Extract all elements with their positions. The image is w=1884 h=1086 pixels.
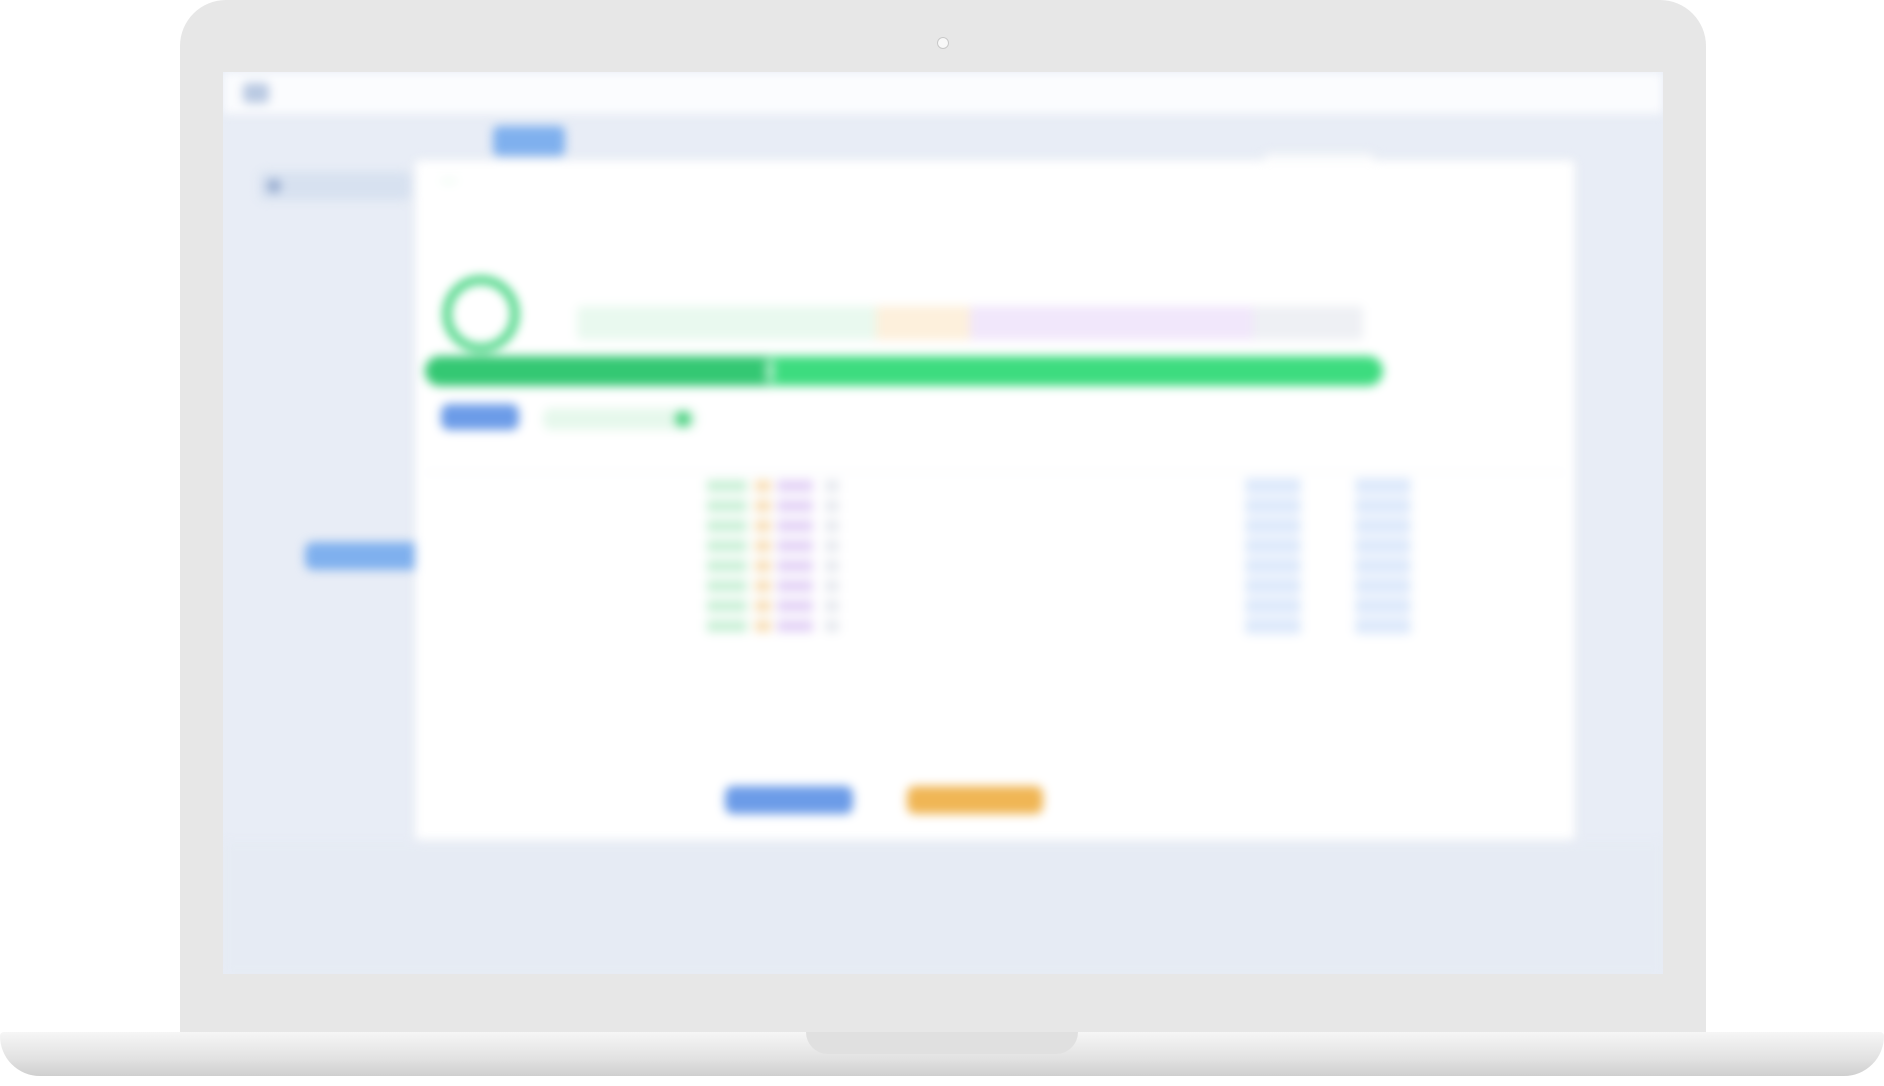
table-row[interactable] <box>425 556 1565 576</box>
row-chip[interactable] <box>1245 498 1301 514</box>
row-chip[interactable] <box>1245 618 1301 634</box>
segment-4 <box>1252 306 1363 340</box>
timeline-bar <box>707 500 747 512</box>
timeline-bar <box>777 580 813 592</box>
sidebar <box>259 172 411 204</box>
row-chip[interactable] <box>1355 518 1411 534</box>
screen-empty-area <box>223 842 1663 974</box>
timeline-bar <box>755 600 771 612</box>
timeline-bar <box>825 600 839 612</box>
row-chip[interactable] <box>1245 598 1301 614</box>
gauge-arc <box>443 276 519 352</box>
row-chip[interactable] <box>1355 558 1411 574</box>
title-bar <box>223 72 1663 115</box>
app-logo-icon <box>243 83 269 103</box>
timeline-bar <box>777 500 813 512</box>
toolbar-tab-1[interactable] <box>273 126 323 156</box>
timeline-bar <box>777 540 813 552</box>
timeline-bar <box>707 580 747 592</box>
timeline-bar <box>777 600 813 612</box>
toolbar-tab-active[interactable] <box>493 126 565 156</box>
table-row[interactable] <box>425 516 1565 536</box>
sidebar-item-active[interactable] <box>259 172 411 200</box>
timeline-bar <box>707 600 747 612</box>
row-chip[interactable] <box>1245 518 1301 534</box>
timeline-bar <box>825 500 839 512</box>
timeline-bar <box>777 520 813 532</box>
row-chip[interactable] <box>1245 538 1301 554</box>
progress-bar-fill <box>425 356 774 386</box>
timeline-bar <box>755 540 771 552</box>
laptop-opening-notch <box>806 1032 1078 1054</box>
timeline-bar <box>755 580 771 592</box>
task-description <box>433 170 1533 185</box>
status-badge <box>441 180 457 182</box>
timeline-bar <box>825 540 839 552</box>
table-header <box>425 450 1565 473</box>
table-row[interactable] <box>425 496 1565 516</box>
table-row[interactable] <box>425 596 1565 616</box>
timeline-bar <box>777 620 813 632</box>
timeline-bar <box>707 620 747 632</box>
blurred-app <box>223 72 1663 974</box>
row-chip[interactable] <box>1355 598 1411 614</box>
completion-gauge <box>443 276 519 352</box>
timeline-bar <box>825 620 839 632</box>
timeline-bar <box>707 540 747 552</box>
timeline-bar <box>755 620 771 632</box>
secondary-action-button[interactable] <box>543 408 697 430</box>
timeline-bar <box>755 480 771 492</box>
screen <box>223 72 1663 974</box>
row-chip[interactable] <box>1355 498 1411 514</box>
timeline-bar <box>707 520 747 532</box>
footer-primary-button[interactable] <box>725 786 853 814</box>
row-chip[interactable] <box>1355 478 1411 494</box>
primary-action-button[interactable] <box>441 404 519 430</box>
timeline-bar <box>777 560 813 572</box>
segmented-bar <box>577 306 1363 340</box>
timeline-bar <box>825 520 839 532</box>
table-row[interactable] <box>425 616 1565 636</box>
row-chip[interactable] <box>1245 558 1301 574</box>
folder-icon <box>267 179 281 193</box>
row-chip[interactable] <box>1355 618 1411 634</box>
timeline-bar <box>755 500 771 512</box>
webcam <box>937 37 949 49</box>
table-row[interactable] <box>425 476 1565 496</box>
footer-warning-button[interactable] <box>907 786 1043 814</box>
timeline-bar <box>707 560 747 572</box>
timeline-bar <box>825 560 839 572</box>
table-row[interactable] <box>425 576 1565 596</box>
row-chip[interactable] <box>1245 578 1301 594</box>
task-detail-panel <box>415 160 1575 840</box>
toolbar <box>223 114 1663 166</box>
segment-1 <box>577 306 876 340</box>
row-chip[interactable] <box>1355 538 1411 554</box>
sidebar-action-button[interactable] <box>305 542 423 570</box>
row-chip[interactable] <box>1245 478 1301 494</box>
status-dot-icon <box>675 411 691 427</box>
row-chip[interactable] <box>1355 578 1411 594</box>
timeline-bar <box>707 480 747 492</box>
timeline-bar <box>825 580 839 592</box>
task-meta <box>433 222 455 236</box>
timeline-bar <box>755 520 771 532</box>
table-row[interactable] <box>425 536 1565 556</box>
progress-marker <box>765 360 774 382</box>
progress-bar <box>425 356 1383 386</box>
segment-2 <box>875 306 970 340</box>
timeline-bar <box>755 560 771 572</box>
segment-3 <box>970 306 1253 340</box>
timeline-bar <box>825 480 839 492</box>
timeline-bar <box>777 480 813 492</box>
toolbar-tab-2[interactable] <box>333 126 441 156</box>
